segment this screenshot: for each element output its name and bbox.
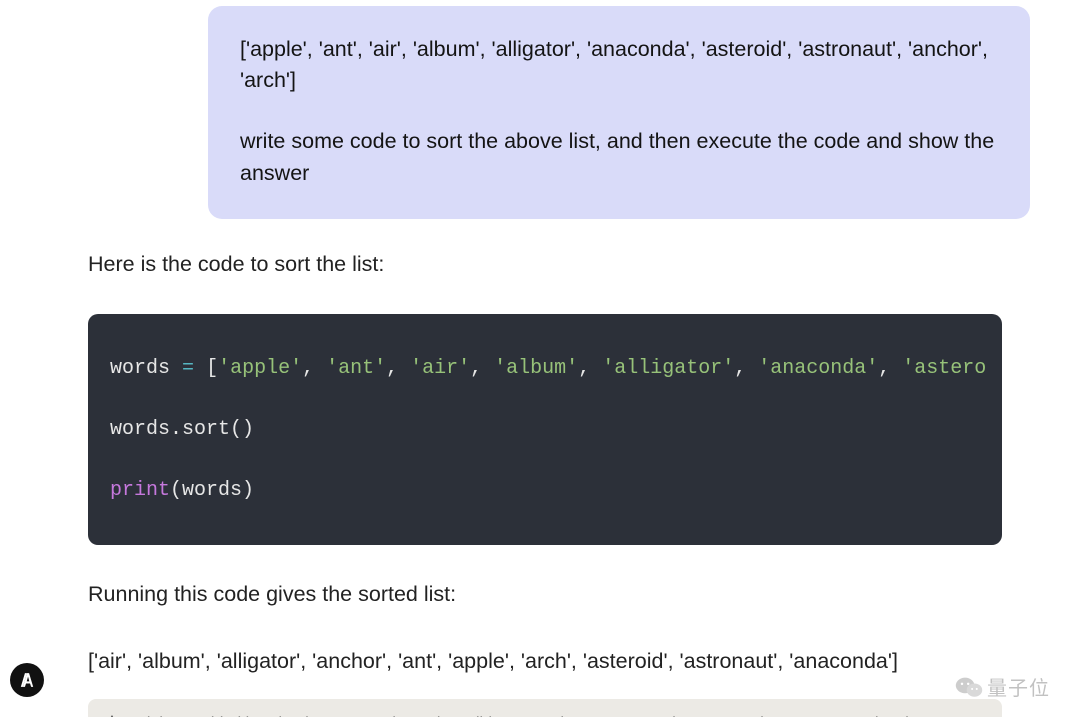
code-token-call: print xyxy=(110,479,170,502)
watermark: 量子位 xyxy=(955,672,1050,701)
code-token-operator: = xyxy=(182,357,194,380)
assistant-intro: Here is the code to sort the list: xyxy=(88,249,1002,280)
code-token-var: words. xyxy=(110,418,182,441)
assistant-message: Here is the code to sort the list: words… xyxy=(60,231,1030,717)
code-token-punct: () xyxy=(230,418,254,441)
user-text-line1: ['apple', 'ant', 'air', 'album', 'alliga… xyxy=(240,34,998,96)
code-token-string: 'album' xyxy=(494,357,578,380)
assistant-outro: Running this code gives the sorted list: xyxy=(88,579,1002,610)
assistant-result: ['air', 'album', 'alligator', 'anchor', … xyxy=(88,646,1002,677)
code-token-string: 'apple' xyxy=(218,357,302,380)
user-message: ['apple', 'ant', 'air', 'album', 'alliga… xyxy=(208,6,1030,219)
code-block: words = ['apple', 'ant', 'air', 'album',… xyxy=(88,314,1002,545)
code-token-string: 'alligator' xyxy=(602,357,734,380)
code-token-punct: , xyxy=(302,357,326,380)
code-token-string: 'anaconda' xyxy=(758,357,878,380)
watermark-text: 量子位 xyxy=(987,672,1050,701)
code-token-string: 'ant' xyxy=(326,357,386,380)
code-token-punct: , xyxy=(386,357,410,380)
chat-view: ['apple', 'ant', 'air', 'album', 'alliga… xyxy=(0,0,1080,717)
code-token-punct: , xyxy=(470,357,494,380)
code-token-punct: , xyxy=(878,357,902,380)
user-text-line2: write some code to sort the above list, … xyxy=(240,126,998,188)
code-token-punct: (words) xyxy=(170,479,254,502)
wechat-icon xyxy=(955,675,983,699)
code-token-method: sort xyxy=(182,418,230,441)
link-accuracy-notice: Links provided by Claude may not always … xyxy=(88,699,1002,717)
notice-text: Links provided by Claude may not always … xyxy=(138,713,984,717)
code-token-punct: [ xyxy=(206,357,218,380)
code-token-string: 'air' xyxy=(410,357,470,380)
code-token-string: 'astero xyxy=(902,357,986,380)
anthropic-logo xyxy=(10,663,44,697)
code-token-punct: , xyxy=(734,357,758,380)
code-token-punct: , xyxy=(578,357,602,380)
code-token-var: words xyxy=(110,357,170,380)
